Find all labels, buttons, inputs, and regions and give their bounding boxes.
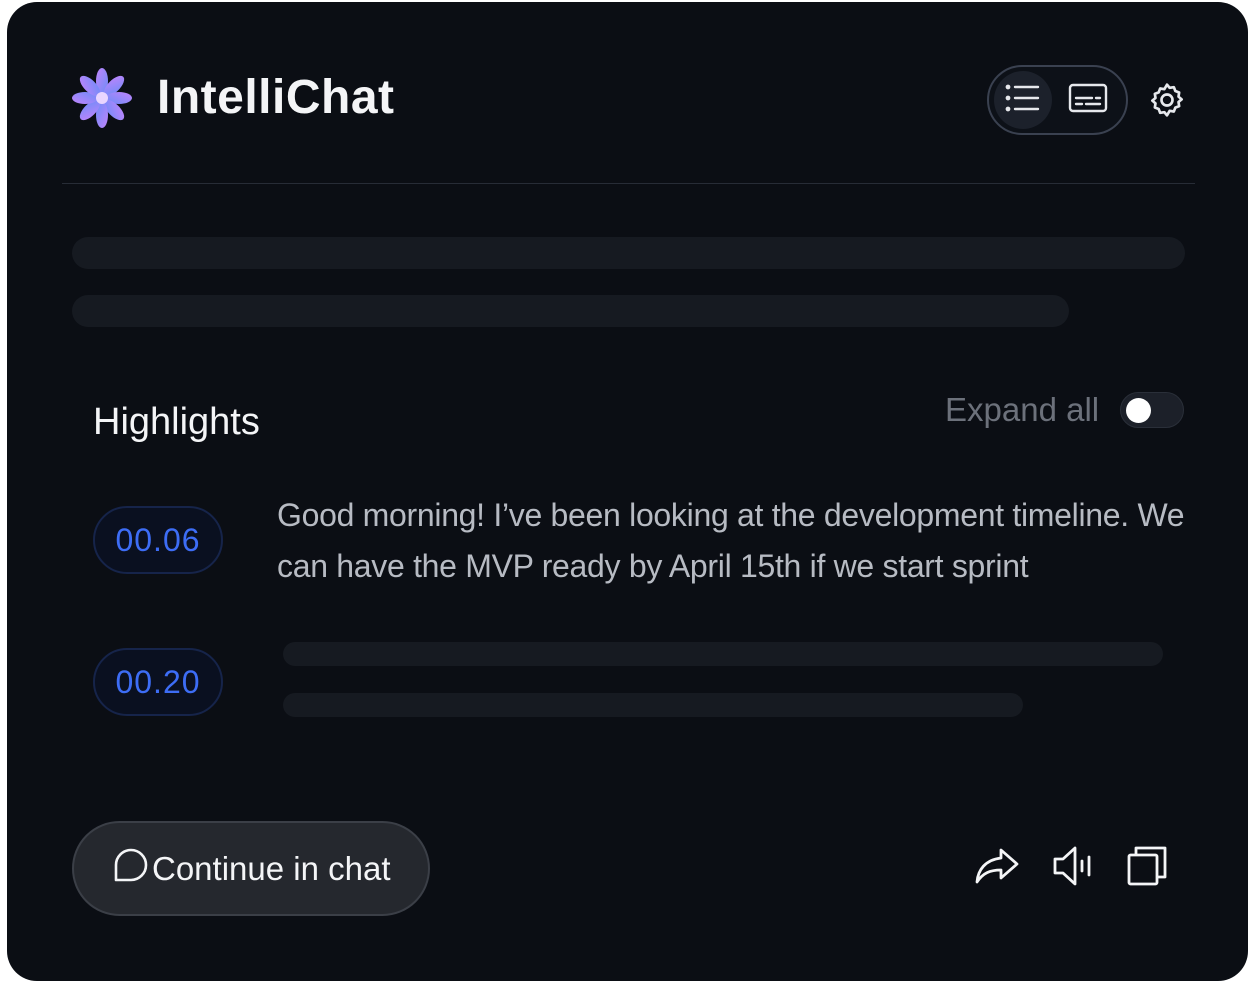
continue-in-chat-button[interactable]: Continue in chat xyxy=(72,821,430,916)
transcript-view-button[interactable] xyxy=(1059,71,1117,129)
subtitles-icon xyxy=(1068,83,1108,118)
gear-icon xyxy=(1147,80,1187,125)
highlights-title: Highlights xyxy=(93,401,260,443)
flower-logo-icon xyxy=(71,67,133,129)
list-view-button[interactable] xyxy=(994,71,1052,129)
view-mode-toggle xyxy=(987,65,1128,135)
highlight-skeleton-line xyxy=(283,642,1163,666)
header-divider xyxy=(62,183,1195,184)
toggle-knob xyxy=(1126,398,1151,423)
continue-in-chat-label: Continue in chat xyxy=(152,849,391,887)
timestamp-badge[interactable]: 00.06 xyxy=(93,506,223,574)
highlight-text: Good morning! I’ve been looking at the d… xyxy=(277,497,1185,584)
expand-all-toggle[interactable] xyxy=(1120,392,1184,428)
chat-bubble-icon xyxy=(112,846,152,892)
settings-button[interactable] xyxy=(1145,80,1189,124)
app-title: IntelliChat xyxy=(157,71,395,124)
share-icon xyxy=(974,846,1020,891)
expand-all-label: Expand all xyxy=(945,391,1100,428)
copy-button[interactable] xyxy=(1121,842,1173,894)
share-button[interactable] xyxy=(971,842,1023,894)
read-aloud-button[interactable] xyxy=(1047,842,1099,894)
highlight-skeleton-line xyxy=(283,693,1023,717)
list-icon xyxy=(1005,83,1041,118)
timestamp-badge[interactable]: 00.20 xyxy=(93,648,223,716)
intellichat-panel: IntelliChat Highlights Expand all 00.06 … xyxy=(7,2,1248,981)
copy-icon xyxy=(1126,845,1168,892)
speaker-icon xyxy=(1051,845,1095,892)
summary-skeleton-line xyxy=(72,237,1185,269)
summary-skeleton-line xyxy=(72,295,1069,327)
